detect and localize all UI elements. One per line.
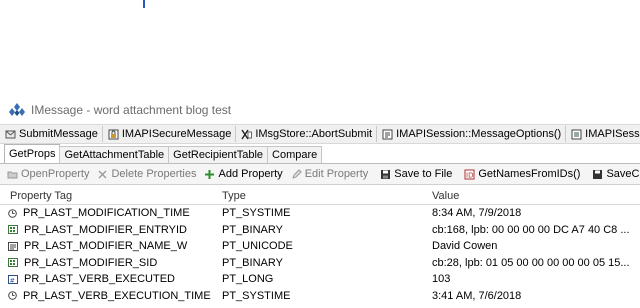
property-tag-cell: PR_LAST_MODIFIER_SID bbox=[0, 257, 212, 269]
add-property-icon bbox=[205, 169, 215, 179]
binary-icon bbox=[8, 225, 21, 235]
tab-strip: GetProps GetAttachmentTable GetRecipient… bbox=[0, 144, 640, 164]
session-button[interactable]: IMAPISession::I bbox=[566, 126, 640, 142]
value-cell: 3:41 AM, 7/6/2018 bbox=[432, 289, 522, 302]
delete-icon bbox=[99, 170, 107, 178]
table-row[interactable]: PR_LAST_MODIFICATION_TIME PT_SYSTIME 8:34 … bbox=[0, 205, 640, 222]
type-cell: PT_UNICODE bbox=[222, 240, 293, 253]
session-icon bbox=[571, 129, 582, 139]
svg-text:ID: ID bbox=[466, 171, 473, 179]
type-cell: PT_BINARY bbox=[222, 256, 283, 269]
tab-label: GetProps bbox=[9, 148, 56, 160]
property-tag-text: PR_LAST_VERB_EXECUTION_TIME bbox=[23, 289, 211, 302]
clock-icon bbox=[8, 208, 20, 218]
button-label: OpenProperty bbox=[21, 168, 90, 180]
submit-icon bbox=[5, 130, 16, 138]
button-label: SaveCh bbox=[606, 168, 640, 180]
value-cell: David Cowen bbox=[432, 240, 498, 253]
property-tag-text: PR_LAST_MODIFICATION_TIME bbox=[23, 207, 190, 220]
column-header-value[interactable]: Value bbox=[422, 190, 640, 202]
column-header-property-tag[interactable]: Property Tag bbox=[0, 190, 212, 202]
property-tag-cell: PR_LAST_VERB_EXECUTION_TIME bbox=[0, 290, 212, 302]
toolbar-label: IMsgStore::AbortSubmit bbox=[255, 128, 373, 140]
tab-getrecipienttable[interactable]: GetRecipientTable bbox=[168, 146, 269, 163]
toolbar-label: SubmitMessage bbox=[19, 128, 98, 140]
value-cell: 8:34 AM, 7/9/2018 bbox=[432, 207, 522, 220]
message-options-icon bbox=[382, 129, 393, 139]
add-property-button[interactable]: Add Property bbox=[201, 168, 287, 180]
binary-icon bbox=[8, 258, 21, 268]
open-property-icon bbox=[7, 171, 18, 178]
type-cell: PT_SYSTIME bbox=[222, 289, 291, 302]
text-icon bbox=[8, 241, 21, 251]
secure-message-icon bbox=[108, 129, 119, 139]
property-tag-cell: PR_LAST_MODIFIER_ENTRYID bbox=[0, 224, 212, 236]
property-tag-text: PR_LAST_MODIFIER_NAME_W bbox=[24, 240, 188, 253]
svg-text:#: # bbox=[10, 276, 15, 284]
type-cell: PT_SYSTIME bbox=[222, 207, 291, 220]
tab-compare[interactable]: Compare bbox=[267, 146, 323, 163]
toolbar-label: IMAPISession::MessageOptions() bbox=[396, 128, 562, 140]
delete-properties-button[interactable]: Delete Properties bbox=[94, 168, 201, 180]
command-toolbar: SubmitMessage IMAPISecureMessage IMsgSto… bbox=[0, 124, 640, 144]
save-changes-icon bbox=[593, 169, 603, 179]
get-names-icon: ID bbox=[464, 169, 475, 179]
abort-submit-button[interactable]: IMsgStore::AbortSubmit bbox=[236, 126, 378, 142]
button-label: Edit Property bbox=[304, 168, 369, 180]
tab-getattachmenttable[interactable]: GetAttachmentTable bbox=[59, 146, 170, 163]
button-label: GetNamesFromIDs() bbox=[478, 168, 581, 180]
edit-property-button[interactable]: Edit Property bbox=[288, 168, 374, 180]
button-label: Delete Properties bbox=[111, 168, 197, 180]
save-to-file-button[interactable]: Save to File bbox=[377, 168, 457, 180]
app-icon bbox=[9, 103, 25, 116]
button-label: Add Property bbox=[218, 168, 283, 180]
title-bar: IMessage - word attachment blog test bbox=[0, 96, 640, 124]
save-icon bbox=[381, 169, 391, 179]
text-cursor bbox=[143, 0, 145, 8]
window-title: IMessage - word attachment blog test bbox=[31, 103, 232, 117]
edit-property-icon bbox=[291, 168, 302, 179]
toolbar-label: IMAPISecureMessage bbox=[121, 128, 232, 140]
tab-label: GetRecipientTable bbox=[173, 149, 264, 161]
property-tag-cell: PR_LAST_MODIFICATION_TIME bbox=[0, 207, 212, 219]
tab-label: GetAttachmentTable bbox=[64, 149, 165, 161]
table-row[interactable]: PR_LAST_MODIFIER_NAME_W PT_UNICODE David C… bbox=[0, 238, 640, 255]
tab-getprops[interactable]: GetProps bbox=[4, 144, 61, 163]
type-cell: PT_LONG bbox=[222, 273, 274, 286]
toolbar-label: IMAPISession::I bbox=[585, 128, 640, 140]
value-cell: cb:168, lpb: 00 00 00 00 DC A7 40 C8 ... bbox=[432, 223, 630, 236]
open-property-button[interactable]: OpenProperty bbox=[4, 168, 94, 180]
table-row[interactable]: # PR_LAST_VERB_EXECUTED PT_LONG 103 bbox=[0, 271, 640, 288]
secure-message-button[interactable]: IMAPISecureMessage bbox=[103, 126, 237, 142]
message-options-button[interactable]: IMAPISession::MessageOptions() bbox=[377, 126, 567, 142]
table-row[interactable]: PR_LAST_VERB_EXECUTION_TIME PT_SYSTIME 3:4… bbox=[0, 288, 640, 305]
save-changes-button[interactable]: SaveCh bbox=[589, 168, 640, 180]
property-tag-cell: # PR_LAST_VERB_EXECUTED bbox=[0, 273, 212, 285]
column-header-type[interactable]: Type bbox=[212, 190, 422, 202]
grid-rows: PR_LAST_MODIFICATION_TIME PT_SYSTIME 8:34 … bbox=[0, 205, 640, 304]
table-row[interactable]: PR_LAST_MODIFIER_SID PT_BINARY cb:28, lpb:… bbox=[0, 255, 640, 272]
property-toolbar: OpenProperty Delete Properties Add Prope… bbox=[0, 164, 640, 185]
button-label: Save to File bbox=[394, 168, 453, 180]
get-names-from-ids-button[interactable]: ID GetNamesFromIDs() bbox=[461, 168, 585, 180]
abort-submit-icon bbox=[241, 129, 253, 139]
tab-label: Compare bbox=[272, 149, 318, 161]
property-tag-cell: PR_LAST_MODIFIER_NAME_W bbox=[0, 240, 212, 252]
number-icon: # bbox=[8, 274, 21, 284]
value-cell: cb:28, lpb: 01 05 00 00 00 00 00 05 15..… bbox=[432, 256, 630, 269]
table-row[interactable]: PR_LAST_MODIFIER_ENTRYID PT_BINARY cb:168,… bbox=[0, 222, 640, 239]
grid-header: Property Tag Type Value bbox=[0, 187, 640, 205]
type-cell: PT_BINARY bbox=[222, 223, 283, 236]
submit-message-button[interactable]: SubmitMessage bbox=[0, 126, 103, 142]
property-tag-text: PR_LAST_VERB_EXECUTED bbox=[24, 273, 175, 286]
property-tag-text: PR_LAST_MODIFIER_SID bbox=[24, 256, 158, 269]
clock-icon bbox=[8, 291, 20, 301]
property-tag-text: PR_LAST_MODIFIER_ENTRYID bbox=[24, 223, 188, 236]
value-cell: 103 bbox=[432, 273, 451, 286]
property-grid: Property Tag Type Value PR_LAST_MODIFICA… bbox=[0, 187, 640, 304]
